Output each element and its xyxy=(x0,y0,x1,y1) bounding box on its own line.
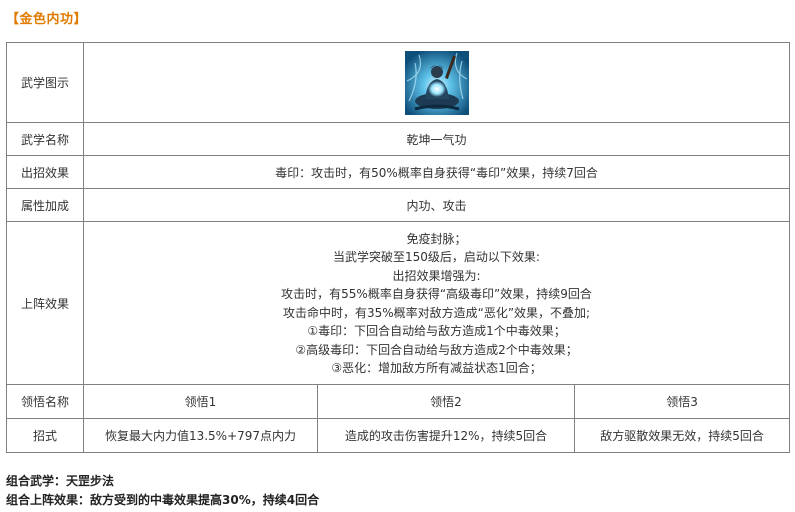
skill-portrait-icon xyxy=(404,50,469,115)
deploy-line: ③恶化：增加敌方所有减益状态1回合； xyxy=(331,361,542,375)
move-row: 招式 恢复最大内力值13.5%+797点内力 造成的攻击伤害提升12%，持续5回… xyxy=(6,418,791,453)
attr-value: 内功、攻击 xyxy=(82,188,791,222)
combo-skill: 组合武学：天罡步法 xyxy=(6,474,115,488)
attr-row: 属性加成 内功、攻击 xyxy=(6,188,791,222)
move-row-label: 招式 xyxy=(6,418,84,453)
icon-row: 武学图示 xyxy=(6,42,791,123)
skill-table: 武学图示 武学名称 乾坤一气功 出招效果 毒印：攻击时，有50%概率自身获得“毒… xyxy=(6,42,791,453)
effect-row: 出招效果 毒印：攻击时，有50%概率自身获得“毒印”效果，持续7回合 xyxy=(6,155,791,189)
deploy-row-label: 上阵效果 xyxy=(6,221,84,385)
effect-value: 毒印：攻击时，有50%概率自身获得“毒印”效果，持续7回合 xyxy=(82,155,791,189)
deploy-line: ①毒印：下回合自动给与敌方造成1个中毒效果； xyxy=(307,324,566,338)
insight-3: 领悟3 xyxy=(573,384,791,419)
name-row-label: 武学名称 xyxy=(6,122,84,156)
insight-row: 领悟名称 领悟1 领悟2 领悟3 xyxy=(6,384,791,419)
deploy-line: ②高级毒印：下回合自动给与敌方造成2个中毒效果； xyxy=(295,342,578,357)
insight-1: 领悟1 xyxy=(83,384,318,419)
deploy-effects: 免疫封脉； 当武学突破至150级后，启动以下效果: 出招效果增强为: 攻击时，有… xyxy=(82,221,791,385)
insight-2: 领悟2 xyxy=(317,384,575,419)
move-2: 造成的攻击伤害提升12%，持续5回合 xyxy=(317,418,575,453)
deploy-line: 当武学突破至150级后，启动以下效果: xyxy=(333,250,540,264)
skill-name: 乾坤一气功 xyxy=(82,122,791,156)
deploy-line: 出招效果增强为: xyxy=(392,268,481,283)
deploy-line: 攻击时，有55%概率自身获得“高级毒印”效果，持续9回合 xyxy=(281,287,592,301)
deploy-row: 上阵效果 免疫封脉； 当武学突破至150级后，启动以下效果: 出招效果增强为: … xyxy=(6,221,791,385)
deploy-line: 免疫封脉； xyxy=(406,231,467,246)
insight-row-label: 领悟名称 xyxy=(6,384,84,419)
section-title: 【金色内功】 xyxy=(6,12,88,27)
icon-row-label: 武学图示 xyxy=(6,42,84,123)
deploy-line: 攻击命中时，有35%概率对敌方造成“恶化”效果，不叠加; xyxy=(282,305,591,320)
combo-effect: 组合上阵效果：敌方受到的中毒效果提高30%，持续4回合 xyxy=(6,493,320,507)
icon-cell xyxy=(82,42,791,123)
move-3: 敌方驱散效果无效，持续5回合 xyxy=(573,418,791,453)
effect-row-label: 出招效果 xyxy=(6,155,84,189)
name-row: 武学名称 乾坤一气功 xyxy=(6,122,791,156)
attr-row-label: 属性加成 xyxy=(6,188,84,222)
move-1: 恢复最大内力值13.5%+797点内力 xyxy=(83,418,318,453)
